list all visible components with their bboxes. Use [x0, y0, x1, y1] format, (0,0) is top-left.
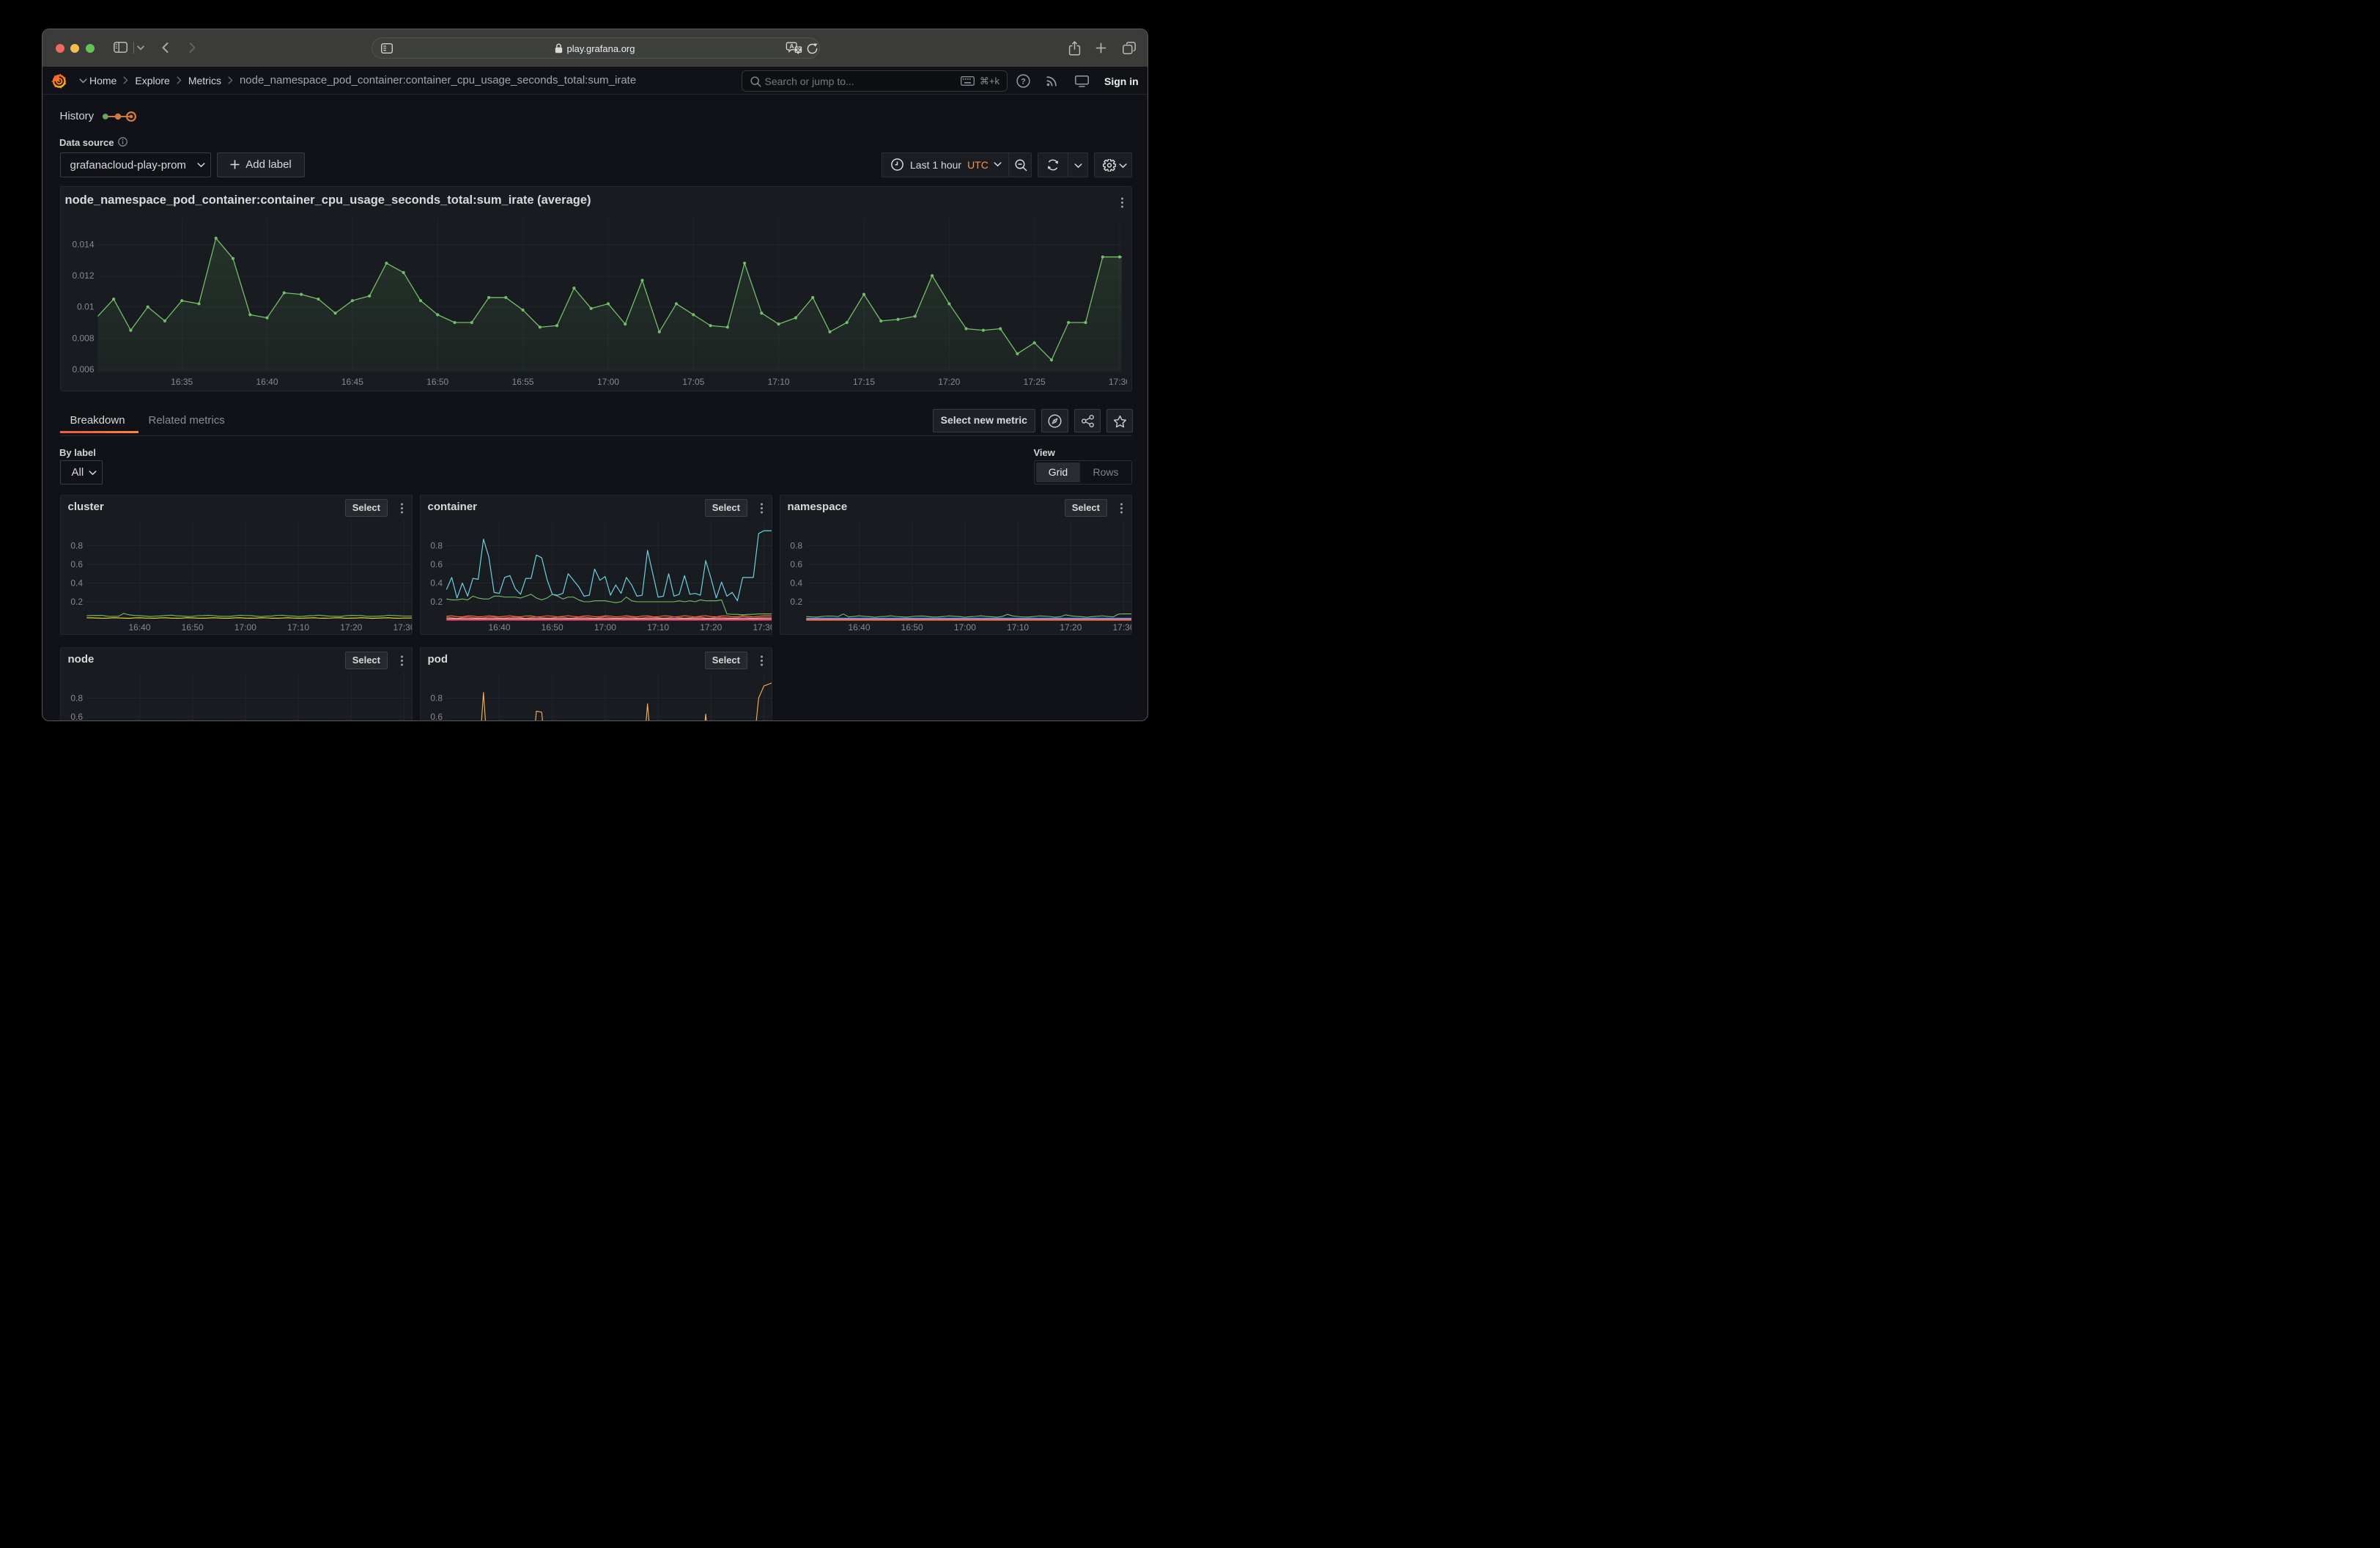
svg-text:17:10: 17:10 [287, 622, 309, 633]
svg-text:0.2: 0.2 [430, 597, 443, 607]
svg-text:16:40: 16:40 [128, 622, 150, 633]
svg-text:16:45: 16:45 [341, 377, 363, 387]
svg-text:文: 文 [796, 45, 802, 53]
svg-text:?: ? [1021, 77, 1026, 86]
svg-text:16:55: 16:55 [511, 377, 533, 387]
svg-text:17:30: 17:30 [393, 622, 413, 633]
svg-text:0.4: 0.4 [790, 578, 802, 589]
svg-text:0.4: 0.4 [430, 578, 443, 589]
svg-text:A: A [789, 43, 794, 50]
svg-text:0.8: 0.8 [430, 541, 443, 551]
svg-text:17:25: 17:25 [1023, 377, 1045, 387]
svg-text:17:20: 17:20 [340, 622, 362, 633]
svg-text:17:30: 17:30 [753, 622, 772, 633]
svg-text:17:00: 17:00 [594, 622, 616, 633]
svg-text:16:50: 16:50 [426, 377, 448, 387]
svg-text:17:10: 17:10 [647, 622, 669, 633]
svg-text:17:05: 17:05 [682, 377, 704, 387]
svg-text:0.6: 0.6 [70, 559, 83, 570]
svg-text:0.6: 0.6 [430, 559, 443, 570]
svg-text:0.8: 0.8 [70, 541, 83, 551]
svg-text:0.6: 0.6 [790, 559, 802, 570]
svg-text:16:40: 16:40 [256, 377, 278, 387]
svg-text:17:20: 17:20 [1060, 622, 1082, 633]
svg-text:0.008: 0.008 [72, 333, 94, 343]
svg-text:16:50: 16:50 [181, 622, 203, 633]
svg-text:0.006: 0.006 [72, 364, 94, 374]
svg-text:17:10: 17:10 [1007, 622, 1029, 633]
svg-text:17:00: 17:00 [596, 377, 618, 387]
svg-text:17:15: 17:15 [852, 377, 874, 387]
svg-text:0.2: 0.2 [790, 597, 802, 607]
svg-text:0.4: 0.4 [70, 578, 83, 589]
svg-text:0.6: 0.6 [430, 712, 443, 721]
svg-text:0.012: 0.012 [72, 270, 94, 281]
svg-text:0.2: 0.2 [70, 597, 83, 607]
svg-text:0.014: 0.014 [72, 239, 94, 249]
svg-text:16:50: 16:50 [541, 622, 563, 633]
svg-text:16:40: 16:40 [848, 622, 870, 633]
svg-text:17:00: 17:00 [234, 622, 256, 633]
svg-text:0.01: 0.01 [77, 301, 95, 312]
svg-text:17:20: 17:20 [700, 622, 722, 633]
svg-text:0.6: 0.6 [70, 712, 83, 721]
svg-text:16:35: 16:35 [171, 377, 193, 387]
svg-text:17:30: 17:30 [1112, 622, 1132, 633]
svg-text:0.8: 0.8 [430, 693, 443, 704]
svg-text:0.8: 0.8 [790, 541, 802, 551]
svg-text:16:50: 16:50 [901, 622, 923, 633]
svg-text:17:20: 17:20 [938, 377, 960, 387]
svg-text:17:10: 17:10 [767, 377, 789, 387]
svg-text:17:00: 17:00 [953, 622, 975, 633]
svg-text:0.8: 0.8 [70, 693, 83, 704]
svg-text:16:40: 16:40 [488, 622, 510, 633]
svg-text:17:30: 17:30 [1108, 377, 1126, 387]
